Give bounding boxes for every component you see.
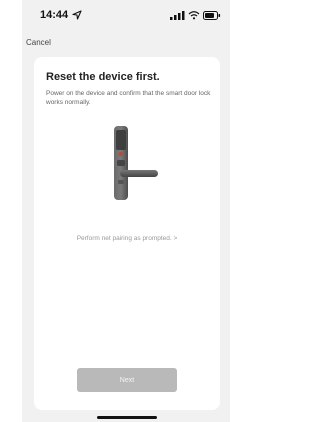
phone-screen: 14:44 Cancel Reset the device first. Pow… <box>22 0 230 422</box>
battery-icon <box>203 11 221 20</box>
next-button[interactable]: Next <box>77 368 177 392</box>
status-time: 14:44 <box>40 9 69 21</box>
status-bar: 14:44 <box>22 0 230 30</box>
instruction-text: Power on the device and confirm that the… <box>46 90 211 106</box>
reset-instruction-card: Reset the device first. Power on the dev… <box>34 57 220 410</box>
location-arrow-icon <box>72 10 82 20</box>
cancel-button[interactable]: Cancel <box>26 38 51 47</box>
home-indicator <box>97 416 157 419</box>
net-pairing-link[interactable]: Perform net pairing as prompted. > <box>34 235 220 242</box>
smart-door-lock-icon <box>114 126 158 200</box>
page-title: Reset the device first. <box>46 71 160 83</box>
wifi-icon <box>188 11 200 20</box>
cellular-signal-icon <box>170 11 185 20</box>
